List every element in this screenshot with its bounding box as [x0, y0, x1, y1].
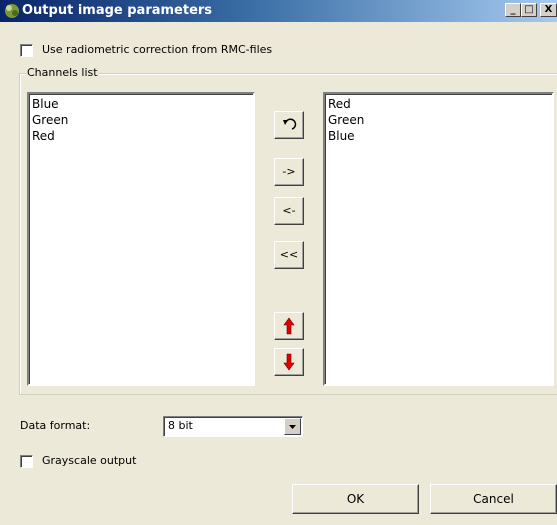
data-format-label: Data format:: [20, 419, 91, 432]
ok-button[interactable]: OK: [292, 484, 419, 514]
maximize-button[interactable]: □: [521, 3, 537, 17]
available-channels-list[interactable]: Blue Green Red: [27, 92, 255, 386]
grayscale-checkbox[interactable]: [20, 455, 33, 468]
data-format-value: 8 bit: [168, 419, 193, 432]
radiometric-checkbox[interactable]: [20, 44, 33, 57]
grayscale-label: Grayscale output: [42, 454, 137, 467]
add-channel-button[interactable]: ->: [274, 158, 304, 186]
remove-channel-button[interactable]: <-: [274, 197, 304, 225]
list-item[interactable]: Green: [328, 112, 549, 128]
red-up-arrow-icon: [283, 317, 295, 335]
data-format-dropdown-button[interactable]: [284, 418, 301, 435]
list-item[interactable]: Red: [328, 96, 549, 112]
minimize-button[interactable]: _: [505, 3, 521, 17]
list-item[interactable]: Blue: [328, 128, 549, 144]
red-down-arrow-icon: [283, 353, 295, 371]
cancel-button[interactable]: Cancel: [430, 484, 557, 514]
list-item[interactable]: Blue: [32, 96, 250, 112]
close-button[interactable]: X: [540, 3, 557, 17]
remove-all-button[interactable]: <<: [274, 241, 304, 269]
move-down-button[interactable]: [274, 348, 304, 376]
list-item[interactable]: Green: [32, 112, 250, 128]
reset-channels-button[interactable]: [274, 111, 304, 139]
radiometric-label: Use radiometric correction from RMC-file…: [42, 43, 273, 56]
list-item[interactable]: Red: [32, 128, 250, 144]
undo-arrow-icon: [283, 118, 297, 130]
channels-group-label: Channels list: [26, 66, 99, 80]
chevron-down-icon: [289, 425, 296, 429]
selected-channels-list[interactable]: Red Green Blue: [323, 92, 554, 386]
move-up-button[interactable]: [274, 312, 304, 340]
app-icon: [5, 4, 19, 18]
window-title: Output image parameters: [22, 3, 213, 18]
